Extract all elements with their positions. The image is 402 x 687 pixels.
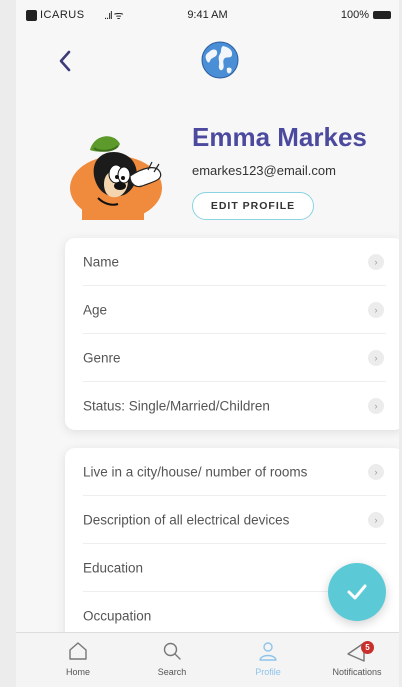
tab-label: Home <box>65 667 90 677</box>
chevron-left-icon <box>59 50 71 72</box>
checkmark-icon <box>347 584 367 600</box>
goofy-avatar-image <box>70 136 162 220</box>
globe-logo <box>200 40 240 80</box>
list-item-label: Status: Single/Married/Children <box>83 398 270 414</box>
list-item-label: Occupation <box>83 608 152 624</box>
avatar <box>60 128 166 224</box>
list-item-status[interactable]: Status: Single/Married/Children › <box>83 382 386 430</box>
list-item-genre[interactable]: Genre › <box>83 334 386 382</box>
chevron-right-icon: › <box>368 511 384 528</box>
tab-label: Search <box>157 667 187 677</box>
tab-home[interactable]: Home <box>38 639 118 677</box>
list-item-label: Genre <box>83 350 121 365</box>
list-item-label: Education <box>83 560 144 575</box>
list-item-living[interactable]: Live in a city/house/ number of rooms › <box>83 448 386 496</box>
list-item-age[interactable]: Age › <box>83 286 386 334</box>
tab-search[interactable]: Search <box>132 639 212 677</box>
chevron-right-icon: › <box>368 463 384 480</box>
back-button[interactable] <box>56 48 76 74</box>
chevron-right-icon: › <box>368 398 384 414</box>
tab-notifications[interactable]: 5 Notifications <box>317 639 397 677</box>
battery-label: 100% <box>340 9 369 21</box>
profile-name: Emma Markes <box>192 122 367 152</box>
status-bar: ICARUS ..ıl ᯤ 9:41 AM 100% <box>16 0 399 30</box>
chevron-right-icon: › <box>368 301 384 318</box>
chevron-right-icon: › <box>368 253 384 270</box>
battery-icon <box>373 11 391 19</box>
tab-label: Notifications <box>332 667 382 677</box>
list-item-label: Name <box>83 254 120 269</box>
tab-bar: Home Search Profile 5 Notifications <box>16 632 399 687</box>
battery: 100% <box>341 9 391 21</box>
edit-profile-button[interactable]: EDIT PROFILE <box>192 192 314 220</box>
phone-screen: ICARUS ..ıl ᯤ 9:41 AM 100% Emma Markes e… <box>16 0 399 687</box>
list-item-name[interactable]: Name › <box>83 238 386 286</box>
globe-icon <box>201 41 239 79</box>
user-icon <box>259 642 277 661</box>
list-item-label: Description of all electrical devices <box>83 512 290 527</box>
personal-info-card: Name › Age › Genre › Status: Single/Marr… <box>65 238 399 430</box>
tab-label: Profile <box>255 667 281 677</box>
home-icon <box>69 642 87 660</box>
chevron-right-icon: › <box>368 349 384 366</box>
search-icon <box>163 642 181 660</box>
confirm-fab-button[interactable] <box>328 563 386 621</box>
notification-badge: 5 <box>361 641 374 654</box>
list-item-devices[interactable]: Description of all electrical devices › <box>83 496 386 544</box>
tab-profile[interactable]: Profile <box>228 639 308 677</box>
profile-email: emarkes123@email.com <box>192 163 336 178</box>
list-item-label: Live in a city/house/ number of rooms <box>83 464 308 479</box>
list-item-label: Age <box>83 302 108 317</box>
